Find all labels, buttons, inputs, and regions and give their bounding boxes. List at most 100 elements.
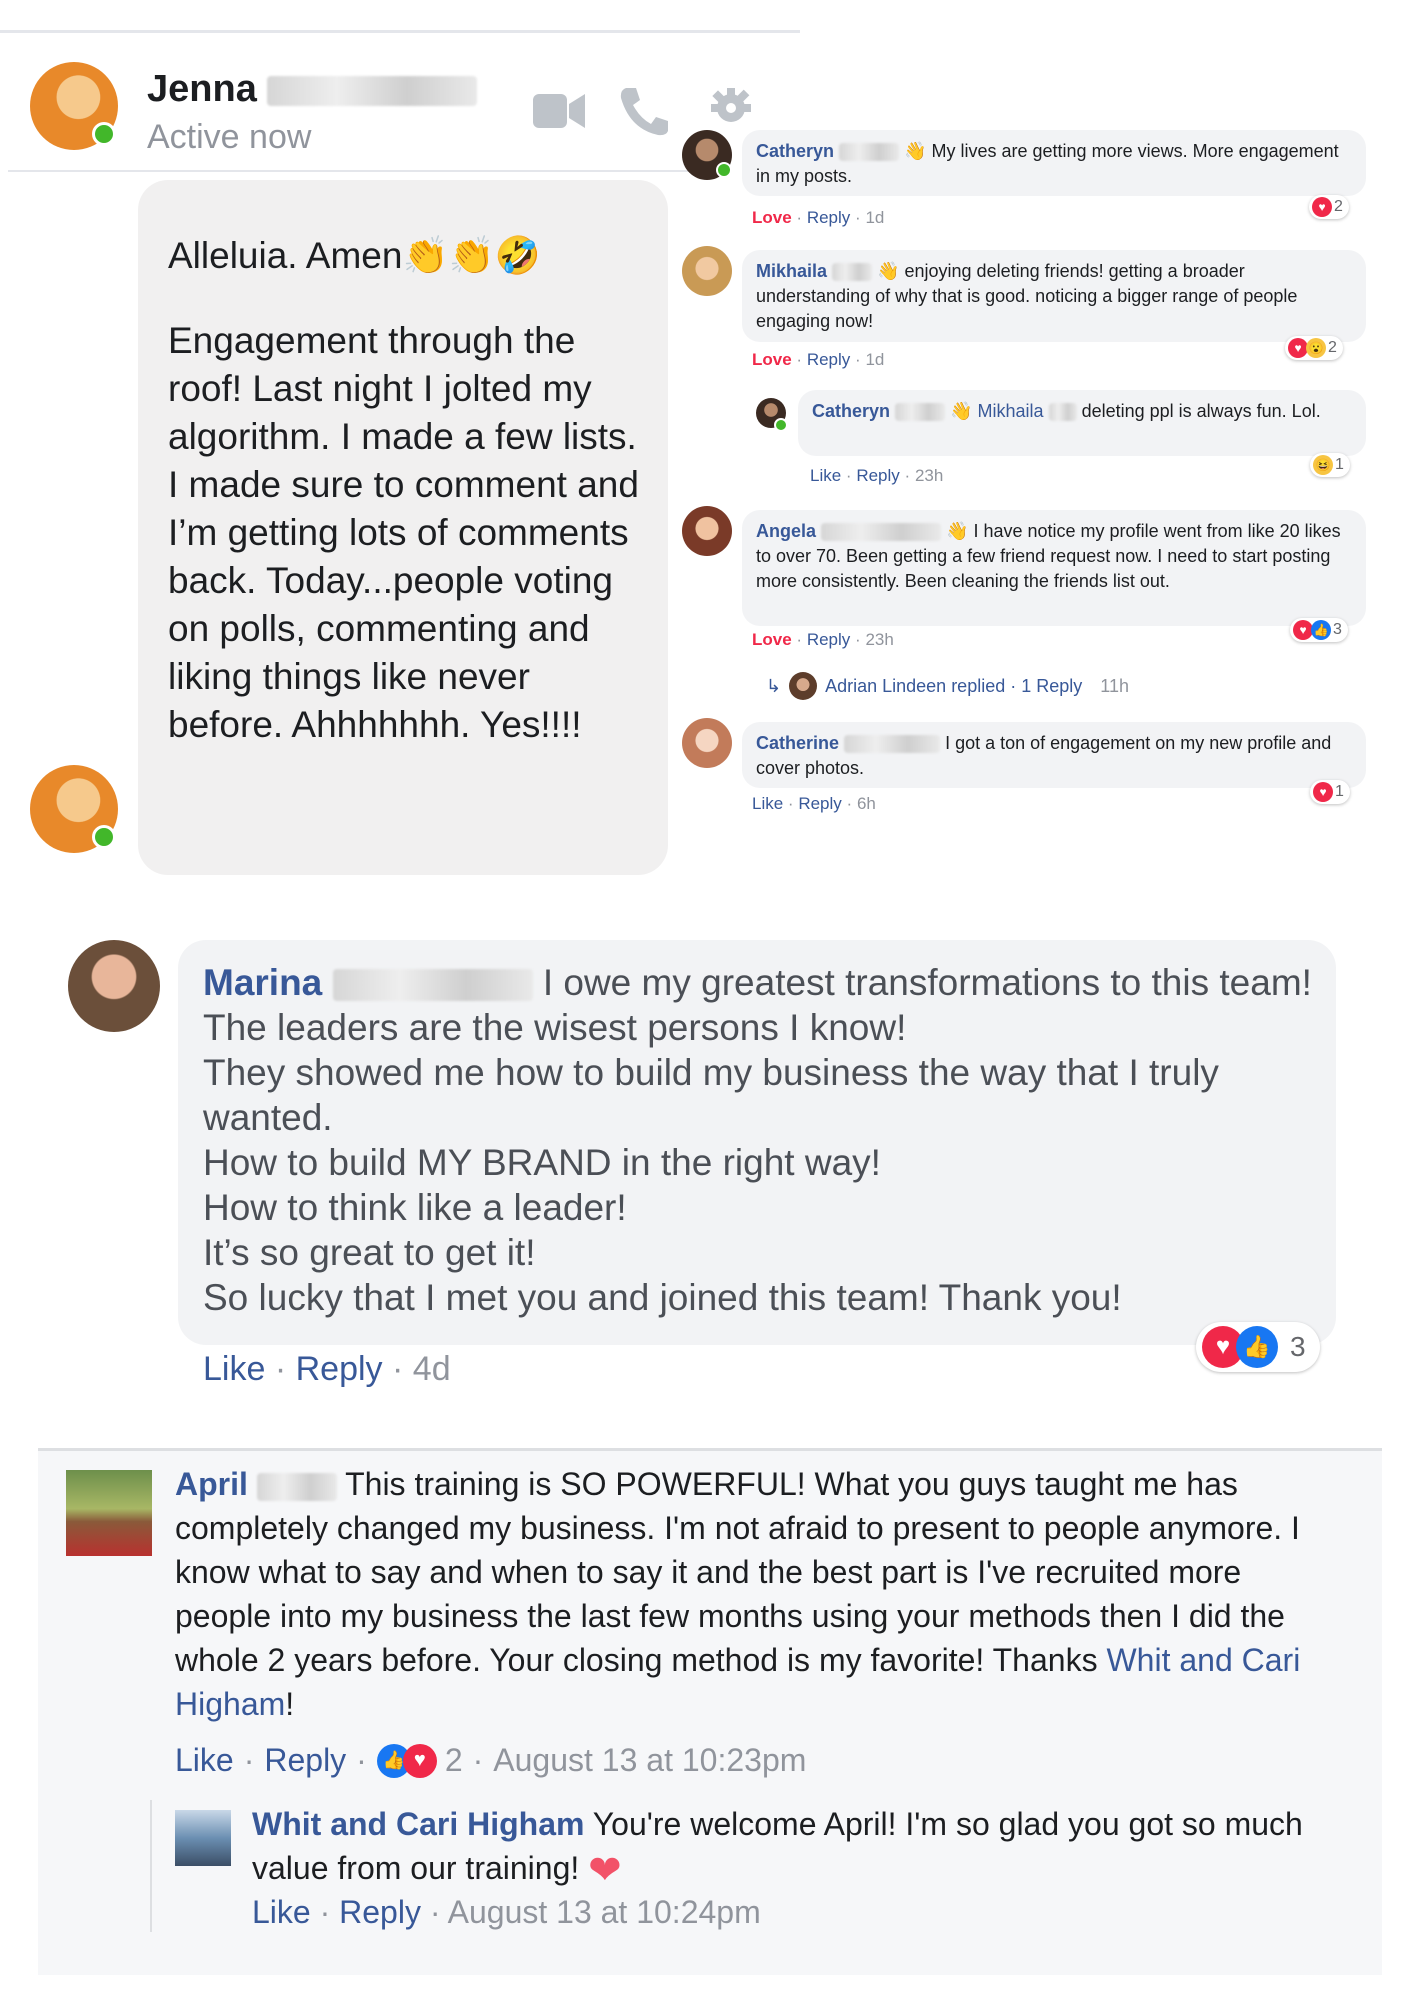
reply-button[interactable]: Reply — [807, 208, 850, 227]
commenter-avatar[interactable] — [682, 506, 732, 556]
commenter-name[interactable]: Marina — [203, 962, 322, 1003]
commenter-name[interactable]: April — [175, 1466, 248, 1502]
reaction-count-badge[interactable]: ♥ 👍 3 — [1196, 1322, 1320, 1372]
separator-dot: · — [796, 630, 803, 649]
love-button[interactable]: Love — [752, 208, 792, 227]
reply-button[interactable]: Reply — [798, 794, 841, 813]
online-indicator-small — [92, 825, 116, 849]
comment-line: How to think like a leader! — [203, 1187, 627, 1228]
comment-text: I got a ton of engagement on my new prof… — [756, 733, 1332, 778]
comment-time[interactable]: 23h — [865, 630, 893, 649]
gear-icon[interactable] — [705, 82, 757, 122]
online-indicator — [774, 418, 788, 432]
wave-icon: 👋 — [877, 261, 900, 281]
reply-button[interactable]: Reply — [339, 1894, 421, 1930]
contact-name[interactable]: Jenna — [147, 68, 257, 110]
comment-time[interactable]: 4d — [413, 1350, 451, 1388]
reaction-count-badge[interactable]: ♥ 👍 3 — [1290, 618, 1348, 642]
mention-link[interactable]: Mikhaila — [978, 401, 1044, 421]
reply-arrow-icon: ↳ — [766, 675, 782, 696]
comment-first-line: Marina I owe my greatest transformations… — [203, 960, 1313, 1005]
replier-avatar[interactable] — [175, 1810, 231, 1866]
reaction-count-badge[interactable]: ♥ 2 — [1309, 195, 1349, 219]
love-button[interactable]: Love — [752, 350, 792, 369]
reaction-summary[interactable]: 👍 ♥ 2 — [376, 1742, 463, 1779]
comment-actions: Like · Reply · 4d — [203, 1350, 451, 1389]
like-button[interactable]: Like — [203, 1350, 265, 1388]
comment-time[interactable]: 23h — [915, 466, 943, 485]
reply-button[interactable]: Reply — [296, 1350, 383, 1388]
separator-dot: · — [796, 208, 803, 227]
separator-dot: · — [845, 466, 852, 485]
commenter-avatar[interactable] — [682, 246, 732, 296]
redacted-surname — [821, 523, 942, 542]
reaction-count: 2 — [1334, 198, 1343, 215]
comment-line: I owe my greatest transformations to thi… — [542, 962, 1312, 1003]
separator-dot: · — [787, 794, 794, 813]
separator-dot: · — [855, 350, 861, 369]
reply-button[interactable]: Reply — [264, 1742, 346, 1779]
separator-dot: · — [243, 1742, 255, 1778]
commenter-name[interactable]: Catheryn — [812, 401, 890, 421]
message-body: Engagement through the roof! Last night … — [168, 320, 639, 745]
view-replies-link[interactable]: Adrian Lindeen replied · 1 Reply — [825, 676, 1082, 697]
comment-line: It’s so great to get it! — [203, 1232, 536, 1273]
reply-actions: Like · Reply · August 13 at 10:24pm — [252, 1894, 761, 1931]
view-replies-row[interactable]: ↳ Adrian Lindeen replied · 1 Reply 11h — [766, 672, 1129, 700]
commenter-name[interactable]: Catheryn — [756, 141, 834, 161]
reaction-count: 2 — [444, 1742, 463, 1778]
comment-text-block: Marina I owe my greatest transformations… — [203, 960, 1313, 1320]
redacted-surname — [332, 969, 533, 1002]
love-button[interactable]: Love — [752, 630, 792, 649]
comment-actions: Like · Reply · 6h — [752, 794, 876, 814]
comment-time[interactable]: 1d — [865, 350, 884, 369]
reaction-count: 1 — [1335, 783, 1344, 800]
messenger-chat-window: Jenna Active now Alleluia. Amen👏👏🤣 Engag… — [0, 30, 800, 875]
reaction-count-badge[interactable]: 😆 1 — [1310, 453, 1350, 477]
video-camera-icon[interactable] — [533, 90, 585, 132]
like-button[interactable]: Like — [175, 1742, 234, 1779]
like-button[interactable]: Like — [752, 794, 783, 813]
message-emojis: 👏👏🤣 — [402, 235, 541, 276]
comment-actions: Love · Reply · 1d — [752, 208, 884, 228]
contact-name-row[interactable]: Jenna — [147, 68, 478, 111]
redacted-surname — [895, 403, 946, 422]
phone-icon[interactable] — [618, 84, 668, 136]
redacted-surname — [256, 1472, 337, 1501]
comment-timestamp[interactable]: August 13 at 10:23pm — [493, 1742, 806, 1779]
separator-dot: · — [846, 794, 853, 813]
separator-dot: · — [796, 350, 803, 369]
like-button[interactable]: Like — [252, 1894, 311, 1930]
reply-thread-line — [150, 1800, 152, 1932]
comment-line: The leaders are the wisest persons I kno… — [203, 1007, 907, 1048]
wave-icon: 👋 — [950, 401, 973, 421]
reply-button[interactable]: Reply — [807, 630, 850, 649]
commenter-avatar[interactable] — [682, 718, 732, 768]
wave-icon: 👋 — [904, 141, 927, 161]
separator-dot: · — [472, 1742, 484, 1778]
separator-dot: · — [274, 1350, 287, 1388]
reply-button[interactable]: Reply — [856, 466, 899, 485]
comment-time[interactable]: 6h — [857, 794, 876, 813]
wave-icon: 👋 — [946, 521, 969, 541]
comment-actions: Love · Reply · 1d — [752, 350, 884, 370]
separator-dot: · — [429, 1894, 441, 1930]
commenter-name[interactable]: Catherine — [756, 733, 839, 753]
commenter-name[interactable]: Mikhaila — [756, 261, 827, 281]
commenter-name[interactable]: Angela — [756, 521, 816, 541]
commenter-avatar[interactable] — [66, 1470, 152, 1556]
comment-line: So lucky that I met you and joined this … — [203, 1277, 1122, 1318]
commenter-avatar[interactable] — [68, 940, 160, 1032]
reply-timestamp[interactable]: August 13 at 10:24pm — [448, 1894, 761, 1930]
comment-time[interactable]: 1d — [865, 208, 884, 227]
reaction-count-badge[interactable]: ♥ 😮 2 — [1285, 336, 1343, 360]
reaction-count-badge[interactable]: ♥ 1 — [1310, 780, 1350, 804]
like-button[interactable]: Like — [810, 466, 841, 485]
replier-name[interactable]: Whit and Cari Higham — [252, 1806, 584, 1842]
separator-dot: · — [855, 208, 861, 227]
comment-bubble: Angela 👋 I have notice my profile went f… — [742, 510, 1366, 626]
comment-actions: Like · Reply · 👍 ♥ 2 · August 13 at 10:2… — [175, 1742, 806, 1779]
heart-reaction-icon: ♥ — [1293, 620, 1313, 640]
message-greeting: Alleluia. Amen — [168, 235, 403, 276]
reply-button[interactable]: Reply — [807, 350, 850, 369]
